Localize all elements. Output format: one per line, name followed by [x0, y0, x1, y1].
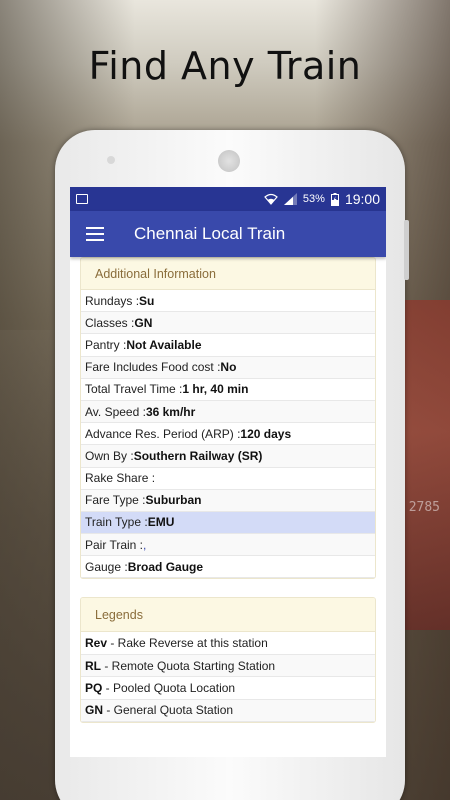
phone-screen: 53% 19:00 Chennai Local Train Additional…: [70, 187, 386, 757]
app-title: Chennai Local Train: [134, 224, 286, 243]
pair-train-link[interactable]: ,: [143, 538, 146, 552]
info-row-gauge: Gauge : Broad Gauge: [81, 556, 375, 579]
legend-row-gn: GN - General Quota Station: [81, 699, 375, 722]
info-row-rundays: Rundays : Su: [81, 290, 375, 313]
info-row-avg-speed: Av. Speed :36 km/hr: [81, 400, 375, 424]
app-bar: Chennai Local Train: [70, 211, 386, 257]
legend-row-rl: RL - Remote Quota Starting Station: [81, 654, 375, 678]
proximity-sensor: [107, 156, 115, 164]
info-row-own-by: Own By : Southern Railway (SR): [81, 445, 375, 468]
rail-track: [0, 330, 60, 800]
info-row-pantry: Pantry : Not Available: [81, 334, 375, 357]
earpiece-speaker: [218, 150, 240, 172]
clock: 19:00: [344, 191, 380, 207]
info-row-train-type: Train Type : EMU: [81, 511, 375, 535]
hamburger-menu-icon[interactable]: [86, 227, 104, 241]
info-row-food-cost: Fare Includes Food cost : No: [81, 356, 375, 379]
legend-row-rev: Rev - Rake Reverse at this station: [81, 632, 375, 655]
legend-row-pq: PQ - Pooled Quota Location: [81, 677, 375, 700]
info-row-rake-share: Rake Share :: [81, 468, 375, 490]
info-row-arp: Advance Res. Period (ARP) :120 days: [81, 423, 375, 446]
additional-info-header: Additional Information: [81, 258, 375, 290]
image-icon: [76, 194, 88, 204]
legends-header: Legends: [81, 598, 375, 633]
background-train-number: 2785: [408, 500, 440, 515]
additional-info-card: Additional Information Rundays : Su Class…: [80, 257, 376, 580]
wifi-icon: [264, 193, 278, 205]
info-row-classes: Classes : GN: [81, 312, 375, 335]
legends-list: Rev - Rake Reverse at this station RL - …: [81, 632, 375, 722]
legends-card: Legends Rev - Rake Reverse at this stati…: [80, 597, 376, 723]
info-row-pair-train[interactable]: Pair Train :,: [81, 534, 375, 557]
status-bar: 53% 19:00: [70, 187, 386, 211]
signal-icon: [283, 193, 297, 205]
battery-charging-icon: [330, 192, 339, 206]
info-row-travel-time: Total Travel Time :1 hr, 40 min: [81, 379, 375, 401]
battery-percent: 53%: [302, 193, 325, 205]
main-content[interactable]: Additional Information Rundays : Su Class…: [70, 257, 386, 757]
side-button: [404, 220, 409, 280]
additional-info-list: Rundays : Su Classes : GN Pantry : Not Avai…: [81, 290, 375, 579]
promo-headline: Find Any Train: [88, 44, 362, 88]
info-row-fare-type: Fare Type : Suburban: [81, 489, 375, 512]
